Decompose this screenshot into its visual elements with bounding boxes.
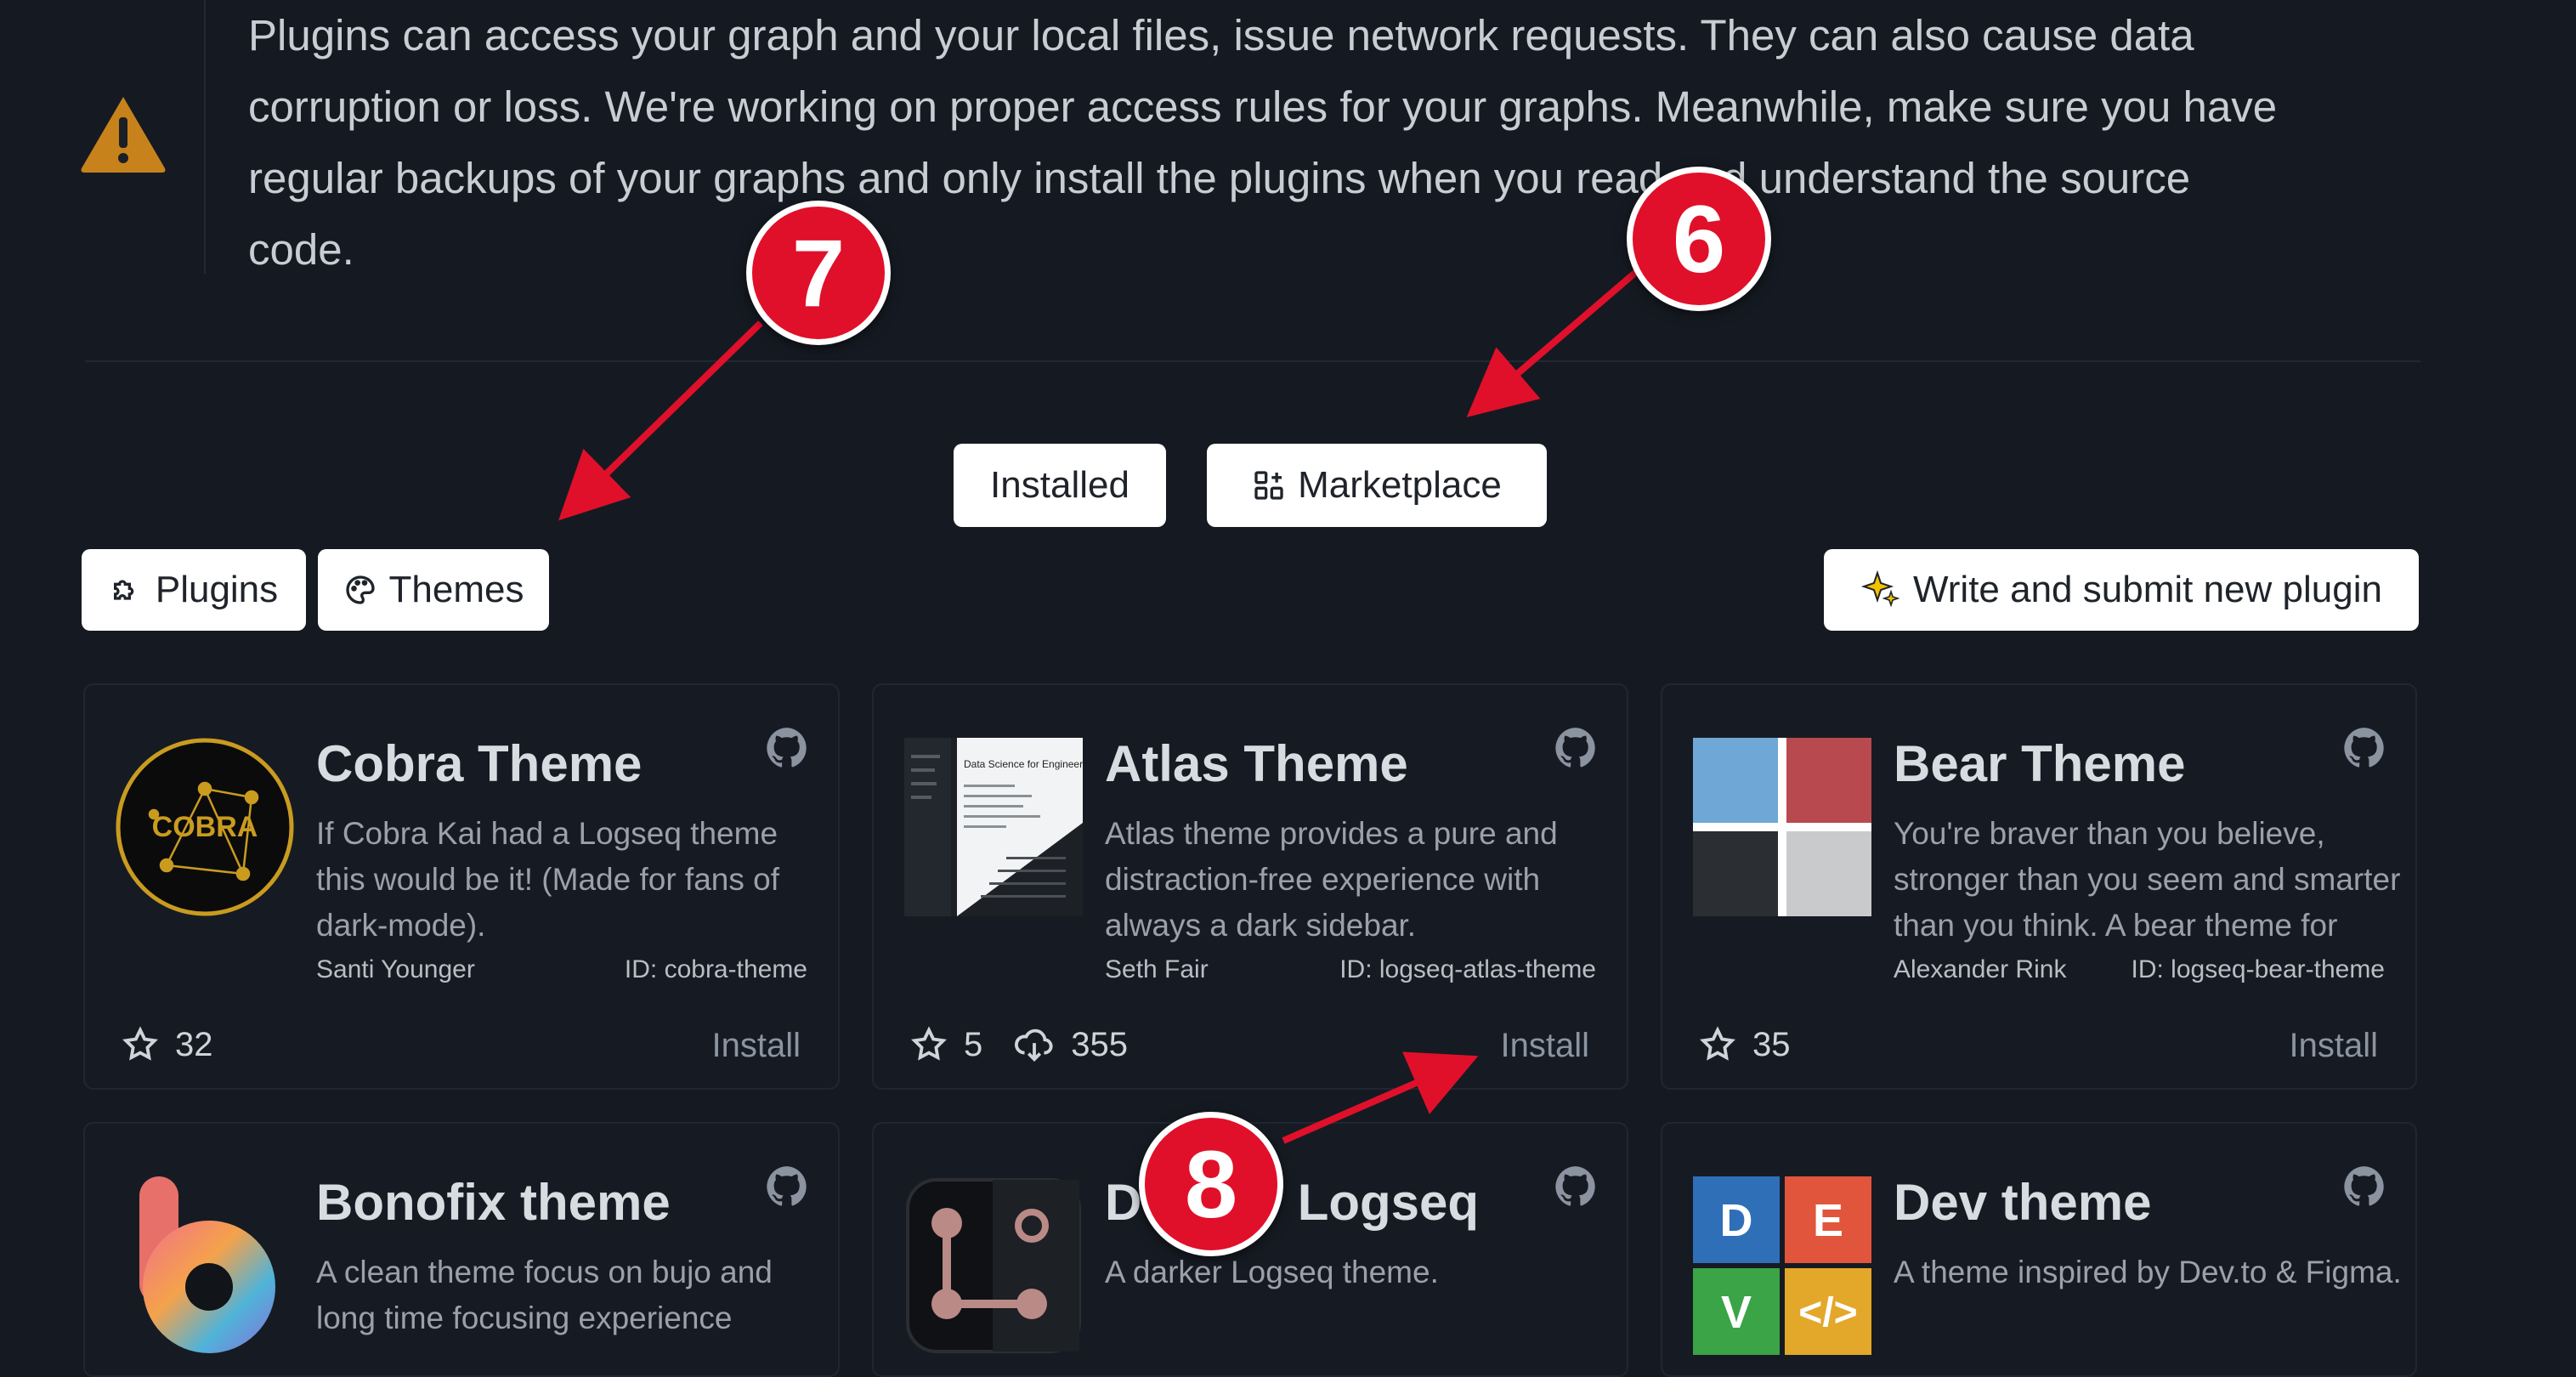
star-icon bbox=[911, 1026, 947, 1061]
warning-triangle-icon bbox=[81, 97, 166, 173]
filter-plugins-button[interactable]: Plugins bbox=[82, 549, 306, 631]
dark-logseq-theme-logo bbox=[906, 1178, 1081, 1353]
write-submit-plugin-label: Write and submit new plugin bbox=[1913, 569, 2382, 610]
github-icon[interactable] bbox=[1554, 726, 1598, 770]
tab-marketplace-label: Marketplace bbox=[1298, 464, 1502, 506]
svg-text:D: D bbox=[1720, 1195, 1753, 1246]
tab-installed[interactable]: Installed bbox=[954, 444, 1166, 527]
card-stats: 5 355 bbox=[909, 1025, 1128, 1064]
section-divider bbox=[85, 360, 2420, 362]
bonofix-theme-logo bbox=[139, 1176, 275, 1353]
card-id: ID: logseq-atlas-theme bbox=[1339, 955, 1596, 983]
arrow-to-themes bbox=[558, 320, 763, 521]
arrow-to-marketplace bbox=[1466, 269, 1639, 417]
theme-card-bonofix[interactable]: Bonofix theme A clean theme focus on buj… bbox=[83, 1122, 840, 1377]
theme-card-bear[interactable]: Bear Theme You're braver than you believ… bbox=[1661, 683, 2417, 1090]
card-stats: 32 bbox=[121, 1025, 213, 1064]
card-title: Dev theme bbox=[1894, 1174, 2152, 1231]
card-description: A darker Logseq theme. bbox=[1105, 1255, 1439, 1289]
theme-card-cobra[interactable]: COBRA Cobra Theme If Cobra Kai had a Log… bbox=[83, 683, 840, 1090]
github-icon[interactable] bbox=[765, 1164, 809, 1209]
card-author: Santi Younger bbox=[316, 955, 475, 983]
annotation-marker-7: 7 bbox=[746, 201, 891, 345]
svg-text:Data Science for Engineers: Data Science for Engineers bbox=[964, 758, 1083, 770]
star-count: 35 bbox=[1752, 1025, 1791, 1063]
theme-card-atlas[interactable]: Data Science for Engineers Atlas Theme A… bbox=[872, 683, 1628, 1090]
install-button[interactable]: Install bbox=[1501, 1027, 1590, 1065]
card-id: ID: cobra-theme bbox=[624, 955, 807, 983]
warning-line: regular backups of your graphs and only … bbox=[248, 154, 2191, 202]
github-icon[interactable] bbox=[765, 726, 809, 770]
star-icon bbox=[1700, 1026, 1735, 1061]
svg-text:E: E bbox=[1813, 1195, 1843, 1246]
card-title: Bonofix theme bbox=[316, 1174, 671, 1231]
puzzle-icon bbox=[113, 580, 134, 600]
annotation-marker-6: 6 bbox=[1627, 167, 1771, 311]
warning-message: Plugins can access your graph and your l… bbox=[248, 0, 2424, 286]
tab-marketplace[interactable]: Marketplace bbox=[1207, 444, 1547, 527]
tab-installed-label: Installed bbox=[990, 464, 1129, 506]
card-description: A theme inspired by Dev.to & Figma. bbox=[1894, 1255, 2402, 1289]
annotation-marker-8: 8 bbox=[1139, 1112, 1283, 1256]
filter-plugins-label: Plugins bbox=[155, 569, 279, 610]
github-icon[interactable] bbox=[2342, 726, 2386, 770]
warning-divider bbox=[204, 0, 206, 274]
filter-themes-label: Themes bbox=[388, 569, 524, 610]
card-title: Bear Theme bbox=[1894, 735, 2186, 792]
install-button[interactable]: Install bbox=[2290, 1027, 2379, 1065]
card-description: If Cobra Kai had a Logseq theme this wou… bbox=[316, 816, 779, 943]
card-description: You're braver than you believe, stronger… bbox=[1894, 816, 2401, 943]
atlas-theme-logo: Data Science for Engineers bbox=[904, 738, 1083, 916]
apps-grid-icon bbox=[1254, 471, 1283, 500]
theme-card-dev[interactable]: D E V </> Dev theme A theme inspired by … bbox=[1661, 1122, 2417, 1377]
card-author: Alexander Rink bbox=[1894, 955, 2067, 983]
warning-line: Plugins can access your graph and your l… bbox=[248, 11, 2194, 60]
dev-theme-logo: D E V </> bbox=[1693, 1176, 1871, 1355]
install-button[interactable]: Install bbox=[712, 1027, 801, 1065]
card-description: Atlas theme provides a pure and distract… bbox=[1105, 816, 1558, 943]
svg-text:V: V bbox=[1721, 1287, 1752, 1338]
download-count: 355 bbox=[1071, 1025, 1128, 1063]
write-submit-plugin-button[interactable]: Write and submit new plugin bbox=[1824, 549, 2419, 631]
github-icon[interactable] bbox=[1554, 1164, 1598, 1209]
card-title: Cobra Theme bbox=[316, 735, 643, 792]
palette-icon bbox=[345, 575, 375, 604]
card-description: A clean theme focus on bujo and long tim… bbox=[316, 1255, 773, 1335]
svg-text:</>: </> bbox=[1798, 1290, 1857, 1335]
star-icon bbox=[122, 1026, 158, 1061]
star-count: 5 bbox=[964, 1025, 983, 1063]
sparkles-icon bbox=[1860, 570, 1900, 608]
warning-line: code. bbox=[248, 225, 354, 274]
bear-theme-logo bbox=[1693, 738, 1871, 916]
filter-themes-button[interactable]: Themes bbox=[318, 549, 549, 631]
warning-line: corruption or loss. We're working on pro… bbox=[248, 82, 2278, 131]
cobra-theme-logo: COBRA bbox=[116, 738, 294, 916]
cloud-download-icon bbox=[1015, 1028, 1053, 1062]
star-count: 32 bbox=[175, 1025, 213, 1063]
github-icon[interactable] bbox=[2342, 1164, 2386, 1209]
card-title: Atlas Theme bbox=[1105, 735, 1408, 792]
card-id: ID: logseq-bear-theme bbox=[2131, 955, 2385, 983]
card-stats: 35 bbox=[1698, 1025, 1791, 1064]
card-author: Seth Fair bbox=[1105, 955, 1209, 983]
svg-text:COBRA: COBRA bbox=[152, 811, 258, 843]
